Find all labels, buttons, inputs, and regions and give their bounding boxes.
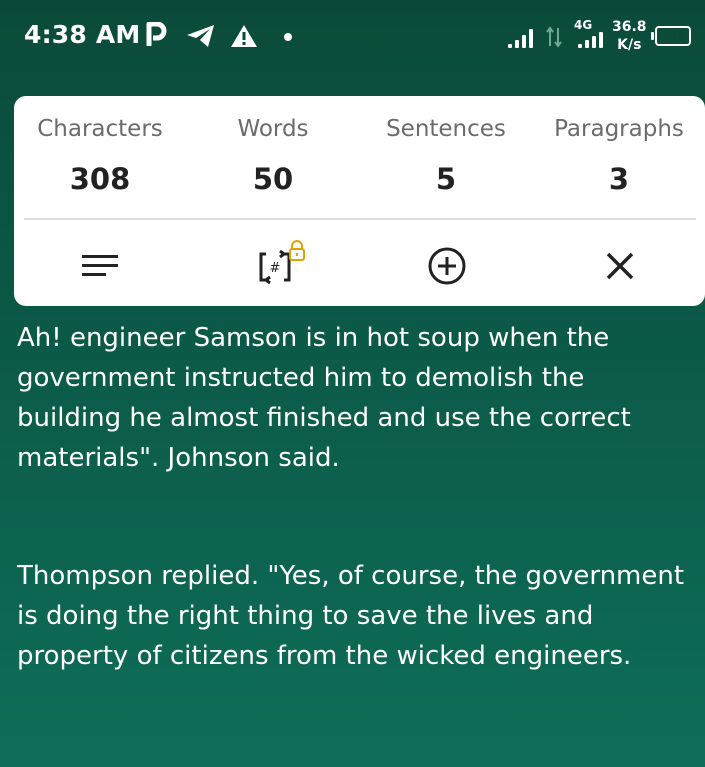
battery-level: 80 bbox=[663, 28, 683, 43]
add-button[interactable] bbox=[417, 238, 477, 294]
telegram-icon bbox=[186, 24, 216, 52]
paragraph: Ah! engineer Samson is in hot soup when … bbox=[17, 323, 631, 473]
menu-button[interactable] bbox=[70, 238, 130, 294]
stat-label: Paragraphs bbox=[554, 116, 684, 142]
stat-value: 3 bbox=[608, 162, 630, 196]
stat-label: Characters bbox=[37, 116, 163, 142]
status-time: 4:38 AM bbox=[24, 20, 141, 49]
stat-label: Words bbox=[237, 116, 309, 142]
parking-icon bbox=[146, 21, 168, 52]
menu-lines-icon bbox=[82, 255, 118, 276]
signal-bars-icon bbox=[508, 28, 533, 48]
signal-bars-icon bbox=[578, 32, 603, 48]
battery-icon: 80 bbox=[655, 26, 691, 46]
stat-paragraphs: Paragraphs 3 bbox=[533, 96, 705, 196]
stat-sentences: Sentences 5 bbox=[360, 96, 532, 196]
close-icon bbox=[606, 252, 634, 280]
speed-value: 36.8 bbox=[612, 19, 647, 35]
stats-row: Characters 308 Words 50 Sentences 5 Para… bbox=[14, 96, 705, 216]
svg-text:#: # bbox=[270, 261, 281, 276]
stat-label: Sentences bbox=[386, 116, 506, 142]
counter-card: Characters 308 Words 50 Sentences 5 Para… bbox=[14, 96, 705, 306]
text-content[interactable]: Ah! engineer Samson is in hot soup when … bbox=[17, 318, 687, 676]
speed-unit: K/s bbox=[617, 37, 642, 53]
stat-value: 5 bbox=[435, 162, 457, 196]
stat-value: 308 bbox=[69, 162, 131, 196]
stat-value: 50 bbox=[252, 162, 294, 196]
lock-icon bbox=[289, 240, 305, 261]
notification-dot-icon bbox=[284, 33, 292, 41]
network-speed: 36.8 K/s bbox=[612, 18, 647, 54]
battery-cap bbox=[651, 32, 654, 40]
data-transfer-icon bbox=[546, 26, 562, 52]
close-button[interactable] bbox=[590, 238, 650, 294]
add-circle-icon bbox=[428, 247, 466, 285]
card-divider bbox=[24, 218, 696, 220]
warning-icon bbox=[230, 24, 258, 52]
network-type: 4G bbox=[574, 18, 593, 32]
status-bar: 4:38 AM 4G 36.8 K/s 80 bbox=[0, 0, 705, 72]
stat-words: Words 50 bbox=[187, 96, 359, 196]
hashtag-convert-button[interactable]: # bbox=[242, 238, 312, 294]
stat-characters: Characters 308 bbox=[14, 96, 186, 196]
paragraph: Thompson replied. "Yes, of course, the g… bbox=[17, 561, 685, 671]
